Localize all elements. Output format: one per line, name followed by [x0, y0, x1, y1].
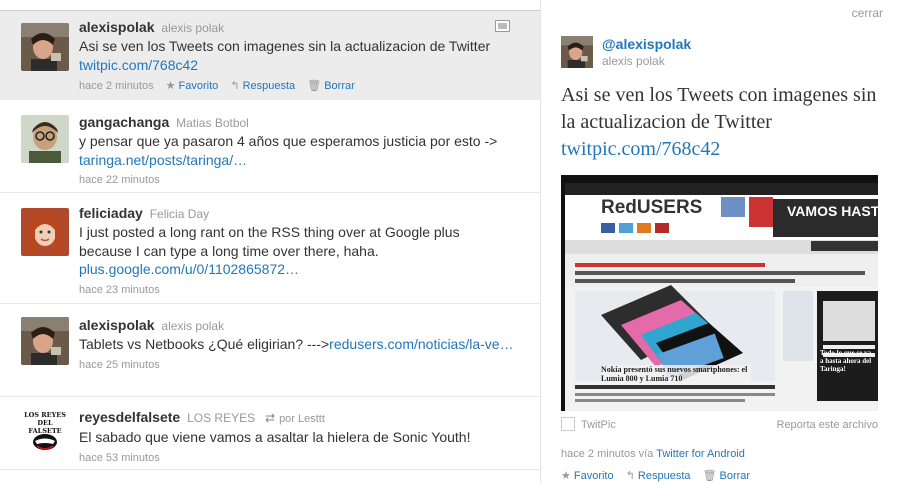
site-headline: Nokia presentó sus nuevos smartphones: e…: [601, 365, 751, 383]
tweet-body: feliciaday Felicia Day I just posted a l…: [79, 204, 524, 296]
tweet-item[interactable]: alexispolak alexis polak Tablets vs Netb…: [0, 305, 540, 397]
tweet-text: Tablets vs Netbooks ¿Qué eligirian? --->: [79, 336, 330, 352]
reply-button[interactable]: ↰ Respuesta: [230, 80, 295, 92]
report-link[interactable]: Reporta este archivo: [777, 419, 879, 431]
tweet-fullname: alexis polak: [161, 21, 225, 35]
tweet-timestamp[interactable]: hace 25 minutos: [79, 359, 160, 371]
star-icon: ★: [165, 80, 176, 92]
reply-icon: ↰: [230, 80, 240, 92]
tweet-text: Asi se ven los Tweets con imagenes sin l…: [79, 38, 491, 54]
detail-fullname: alexis polak: [602, 54, 665, 68]
image-source-row: TwitPic Reporta este archivo: [561, 417, 878, 431]
detail-actions: ★ Favorito ↰ Respuesta 🗑 Borrar: [561, 469, 759, 482]
tweet-timestamp[interactable]: hace 23 minutos: [79, 284, 160, 296]
logo-line-1: LOS REYES: [24, 411, 66, 419]
star-icon: ★: [561, 470, 571, 482]
avatar[interactable]: LOS REYES DEL FALSETE: [21, 408, 69, 456]
tweet-fullname: LOS REYES: [187, 411, 256, 425]
avatar[interactable]: [21, 208, 69, 256]
tweet-fullname: alexis polak: [161, 319, 225, 333]
favorite-label: Favorito: [178, 80, 219, 92]
reply-icon: ↰: [625, 470, 635, 482]
detail-link[interactable]: twitpic.com/768c42: [561, 136, 891, 163]
reply-label: Respuesta: [637, 470, 691, 482]
trash-icon: 🗑: [307, 80, 322, 92]
tweet-item[interactable]: gangachanga Matias Botbol y pensar que y…: [0, 101, 540, 193]
tweet-handle[interactable]: feliciaday: [79, 205, 143, 221]
trash-icon: 🗑: [702, 470, 717, 482]
retweet-icon: ⇄: [265, 411, 276, 425]
tweet-link[interactable]: taringa.net/posts/taringa/…: [79, 152, 247, 168]
source-checkbox[interactable]: [561, 417, 575, 431]
reply-label: Respuesta: [242, 80, 296, 92]
delete-button[interactable]: 🗑 Borrar: [703, 470, 751, 482]
via-label: vía: [638, 448, 654, 460]
detail-timestamp-row: hace 2 minutos vía Twitter for Android: [561, 448, 745, 460]
tweet-item[interactable]: LOS REYES DEL FALSETE reyesdelfalsete LO…: [0, 398, 540, 470]
tweet-item[interactable]: alexispolak alexis polak Asi se ven los …: [0, 10, 540, 100]
tweet-handle[interactable]: alexispolak: [79, 317, 155, 333]
tweet-link[interactable]: twitpic.com/768c42: [79, 57, 198, 73]
twitpic-image[interactable]: RedUSERS VAMOS HASTA Nokia presentó sus …: [561, 175, 878, 411]
site-banner: VAMOS HASTA: [787, 203, 878, 219]
site-logo: RedUSERS: [601, 197, 703, 218]
tweet-handle[interactable]: alexispolak: [79, 19, 155, 35]
avatar[interactable]: [21, 317, 69, 365]
avatar[interactable]: [21, 23, 69, 71]
retweeted-by: por Lesttt: [279, 413, 325, 425]
tweet-body: reyesdelfalsete LOS REYES ⇄ por Lesttt El…: [79, 408, 524, 464]
image-source[interactable]: TwitPic: [581, 419, 616, 431]
tweet-item[interactable]: feliciaday Felicia Day I just posted a l…: [0, 194, 540, 304]
delete-label: Borrar: [324, 80, 355, 92]
tweet-text: y pensar que ya pasaron 4 años que esper…: [79, 133, 498, 149]
avatar[interactable]: [561, 36, 593, 68]
tweet-fullname: Matias Botbol: [176, 116, 249, 130]
tweet-timestamp[interactable]: hace 53 minutos: [79, 452, 160, 464]
delete-button[interactable]: 🗑 Borrar: [307, 80, 355, 92]
close-link[interactable]: cerrar: [852, 6, 883, 20]
tweet-text: El sabado que viene vamos a asaltar la h…: [79, 429, 471, 445]
favorite-label: Favorito: [573, 470, 614, 482]
tweet-timestamp[interactable]: hace 2 minutos: [79, 80, 154, 92]
media-preview-icon[interactable]: [495, 20, 510, 32]
detail-tweet-text: Asi se ven los Tweets con imagenes sin l…: [561, 82, 891, 163]
tweet-timestamp[interactable]: hace 22 minutos: [79, 174, 160, 186]
tweet-detail-panel: cerrar @alexispolak alexis polak Asi se …: [542, 0, 910, 483]
tweet-body: alexispolak alexis polak Asi se ven los …: [79, 18, 524, 92]
retweet-note[interactable]: ⇄ por Lesttt: [265, 411, 325, 425]
reply-button[interactable]: ↰ Respuesta: [626, 470, 691, 482]
tweet-link[interactable]: plus.google.com/u/0/1102865872…: [79, 261, 299, 277]
tweet-handle[interactable]: reyesdelfalsete: [79, 409, 180, 425]
tweet-body: gangachanga Matias Botbol y pensar que y…: [79, 113, 524, 186]
client-link[interactable]: Twitter for Android: [656, 448, 745, 460]
site-side-text: Todo lo que se va a hasta ahora del Tari…: [820, 349, 872, 373]
timeline: alexispolak alexis polak Asi se ven los …: [0, 0, 541, 483]
avatar[interactable]: [21, 115, 69, 163]
tweet-text: I just posted a long rant on the RSS thi…: [79, 224, 460, 259]
tweet-fullname: Felicia Day: [149, 207, 210, 221]
tweet-handle[interactable]: gangachanga: [79, 114, 169, 130]
delete-label: Borrar: [719, 470, 751, 482]
detail-handle[interactable]: @alexispolak: [602, 36, 691, 52]
tweet-link[interactable]: redusers.com/noticias/la-ve…: [329, 336, 513, 352]
detail-timestamp[interactable]: hace 2 minutos: [561, 448, 636, 460]
favorite-button[interactable]: ★ Favorito: [561, 470, 614, 482]
favorite-button[interactable]: ★ Favorito: [166, 80, 219, 92]
tweet-body: alexispolak alexis polak Tablets vs Netb…: [79, 316, 524, 371]
logo-line-2: DEL FALSETE: [28, 419, 62, 435]
detail-text: Asi se ven los Tweets con imagenes sin l…: [561, 84, 877, 133]
